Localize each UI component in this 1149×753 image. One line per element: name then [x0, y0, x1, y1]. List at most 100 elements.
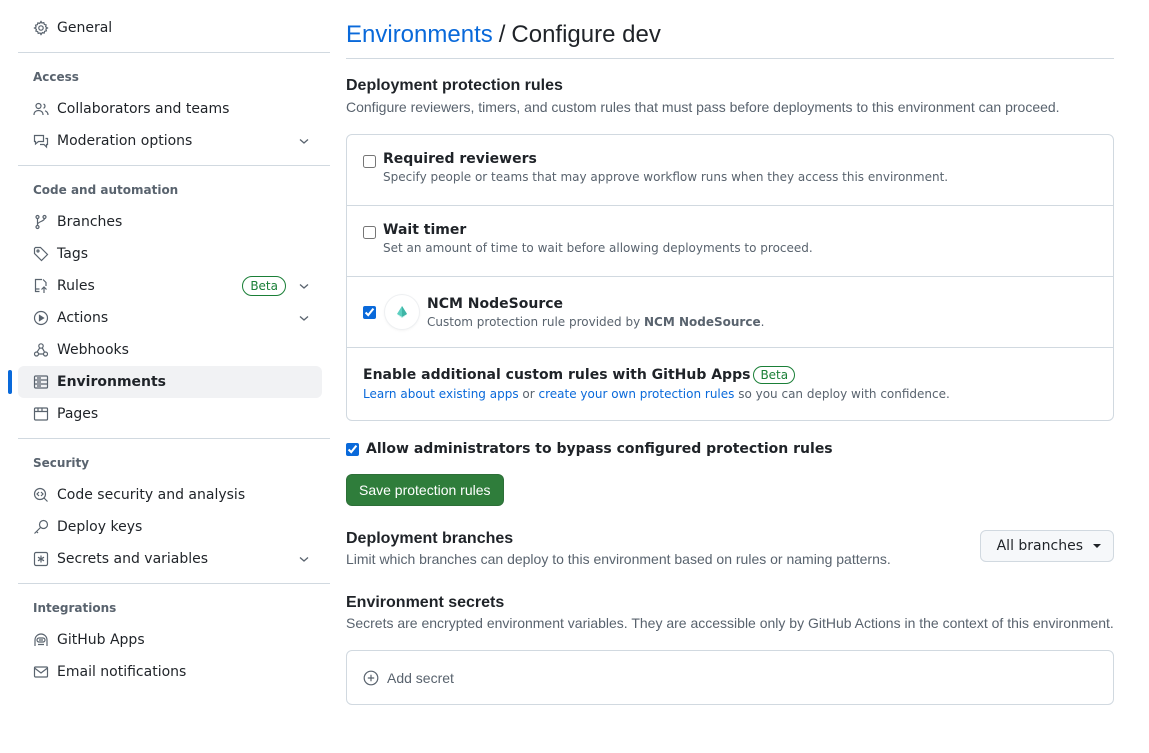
- server-icon: [33, 374, 49, 390]
- required-reviewers-checkbox[interactable]: [363, 155, 376, 168]
- deployment-branches-section: Deployment branches Limit which branches…: [346, 530, 1114, 570]
- sidebar-divider: [18, 583, 330, 584]
- browser-icon: [33, 406, 49, 422]
- branches-dropdown-value: All branches: [996, 538, 1083, 554]
- rule-required-reviewers: Required reviewers Specify people or tea…: [347, 135, 1113, 206]
- sidebar-item-label: Collaborators and teams: [57, 101, 230, 117]
- branches-dropdown[interactable]: All branches: [979, 530, 1114, 562]
- settings-sidebar: General Access Collaborators and teams M…: [8, 12, 330, 688]
- triangle-down-icon: [1093, 544, 1101, 548]
- rule-title: NCM NodeSource: [427, 295, 564, 312]
- sidebar-item-label: Code security and analysis: [57, 487, 246, 503]
- sidebar-item-branches[interactable]: Branches: [18, 206, 322, 238]
- sidebar-group-security: Security: [33, 456, 90, 470]
- more-custom-rules: Enable additional custom rules with GitH…: [347, 348, 1113, 420]
- rule-app-name: NCM NodeSource: [644, 314, 761, 329]
- sidebar-item-collaborators[interactable]: Collaborators and teams: [18, 93, 322, 125]
- sidebar-item-label: Pages: [57, 406, 99, 422]
- beta-badge: Beta: [753, 366, 796, 384]
- sidebar-group-access: Access: [33, 70, 79, 84]
- sidebar-item-label: Actions: [57, 310, 109, 326]
- sidebar-item-webhooks[interactable]: Webhooks: [18, 334, 322, 366]
- protection-rules-section: Deployment protection rules Configure re…: [346, 77, 1114, 506]
- rule-description-suffix: .: [760, 314, 765, 329]
- rule-title: Wait timer: [383, 222, 467, 238]
- sidebar-item-code-security[interactable]: Code security and analysis: [18, 479, 322, 511]
- sidebar-group-integrations: Integrations: [33, 601, 117, 615]
- wait-timer-checkbox[interactable]: [363, 226, 376, 239]
- gear-icon: [33, 20, 49, 36]
- rule-description: Specify people or teams that may approve…: [383, 170, 949, 184]
- save-protection-rules-button[interactable]: Save protection rules: [346, 474, 504, 506]
- sidebar-group-code-automation: Code and automation: [33, 183, 179, 197]
- more-rules-description: Learn about existing apps or create your…: [363, 387, 950, 401]
- page-title: Environments / Configure dev: [346, 12, 1114, 59]
- more-rules-title: Enable additional custom rules with GitH…: [363, 366, 796, 384]
- beta-badge: Beta: [242, 276, 286, 296]
- protection-rules-title: Deployment protection rules: [346, 77, 563, 94]
- breadcrumb-separator: /: [498, 21, 506, 48]
- ncm-nodesource-checkbox[interactable]: [363, 305, 376, 319]
- rule-description: Custom protection rule provided by NCM N…: [427, 315, 764, 329]
- sidebar-item-label: GitHub Apps: [57, 632, 145, 648]
- sidebar-item-rules[interactable]: Rules Beta: [18, 270, 322, 302]
- sidebar-item-actions[interactable]: Actions: [18, 302, 322, 334]
- key-asterisk-icon: [33, 551, 49, 567]
- bypass-checkbox[interactable]: [346, 442, 359, 456]
- sidebar-item-tags[interactable]: Tags: [18, 238, 322, 270]
- rule-ncm-nodesource: NCM NodeSource Custom protection rule pr…: [347, 277, 1113, 348]
- webhook-icon: [33, 342, 49, 358]
- tag-icon: [33, 246, 49, 262]
- sidebar-item-label: Deploy keys: [57, 519, 143, 535]
- main-content: Environments / Configure dev Deployment …: [346, 12, 1114, 705]
- git-branch-icon: [33, 214, 49, 230]
- sidebar-item-label: Environments: [57, 374, 167, 390]
- sidebar-item-general[interactable]: General: [18, 12, 322, 44]
- rule-wait-timer: Wait timer Set an amount of time to wait…: [347, 206, 1113, 277]
- people-icon: [33, 101, 49, 117]
- sidebar-item-github-apps[interactable]: GitHub Apps: [18, 624, 322, 656]
- text-or: or: [518, 387, 539, 401]
- sidebar-divider: [18, 438, 330, 439]
- breadcrumb-current: Configure dev: [511, 21, 661, 48]
- sidebar-item-deploy-keys[interactable]: Deploy keys: [18, 511, 322, 543]
- rule-description-prefix: Custom protection rule provided by: [427, 314, 645, 329]
- codescan-icon: [33, 487, 49, 503]
- sidebar-item-label: Rules: [57, 278, 95, 294]
- chevron-down-icon[interactable]: [296, 133, 312, 149]
- plus-circle-icon: [363, 670, 379, 685]
- mail-icon: [33, 664, 49, 680]
- sidebar-item-label: Tags: [57, 246, 88, 262]
- sidebar-item-pages[interactable]: Pages: [18, 398, 322, 430]
- bypass-label: Allow administrators to bypass configure…: [366, 441, 833, 457]
- play-icon: [33, 310, 49, 326]
- chevron-down-icon[interactable]: [296, 278, 312, 294]
- environment-secrets-title: Environment secrets: [346, 594, 505, 611]
- sidebar-item-email-notifications[interactable]: Email notifications: [18, 656, 322, 688]
- sidebar-item-label: Email notifications: [57, 664, 187, 680]
- repo-push-icon: [33, 278, 49, 294]
- sidebar-item-label: Moderation options: [57, 133, 193, 149]
- nodesource-logo-icon: [385, 295, 419, 329]
- sidebar-divider: [18, 165, 330, 166]
- bypass-option[interactable]: Allow administrators to bypass configure…: [346, 441, 1114, 457]
- protection-rules-description: Configure reviewers, timers, and custom …: [346, 99, 1060, 115]
- add-secret-button[interactable]: Add secret: [346, 650, 1114, 705]
- sidebar-item-label: Branches: [57, 214, 123, 230]
- environment-secrets-section: Environment secrets Secrets are encrypte…: [346, 594, 1114, 705]
- sidebar-item-secrets-variables[interactable]: Secrets and variables: [18, 543, 322, 575]
- sidebar-item-environments[interactable]: Environments: [8, 366, 322, 398]
- sidebar-item-label: General: [57, 20, 113, 36]
- chevron-down-icon[interactable]: [296, 310, 312, 326]
- sidebar-item-moderation[interactable]: Moderation options: [18, 125, 322, 157]
- create-protection-rules-link[interactable]: create your own protection rules: [538, 387, 734, 401]
- protection-rules-list: Required reviewers Specify people or tea…: [346, 134, 1114, 421]
- add-secret-label: Add secret: [387, 669, 454, 686]
- key-icon: [33, 519, 49, 535]
- rule-description: Set an amount of time to wait before all…: [383, 241, 813, 255]
- chevron-down-icon[interactable]: [296, 551, 312, 567]
- breadcrumb-environments-link[interactable]: Environments: [346, 21, 493, 49]
- hubot-icon: [33, 632, 49, 648]
- rule-title: Required reviewers: [383, 151, 537, 167]
- learn-existing-apps-link[interactable]: Learn about existing apps: [363, 387, 519, 401]
